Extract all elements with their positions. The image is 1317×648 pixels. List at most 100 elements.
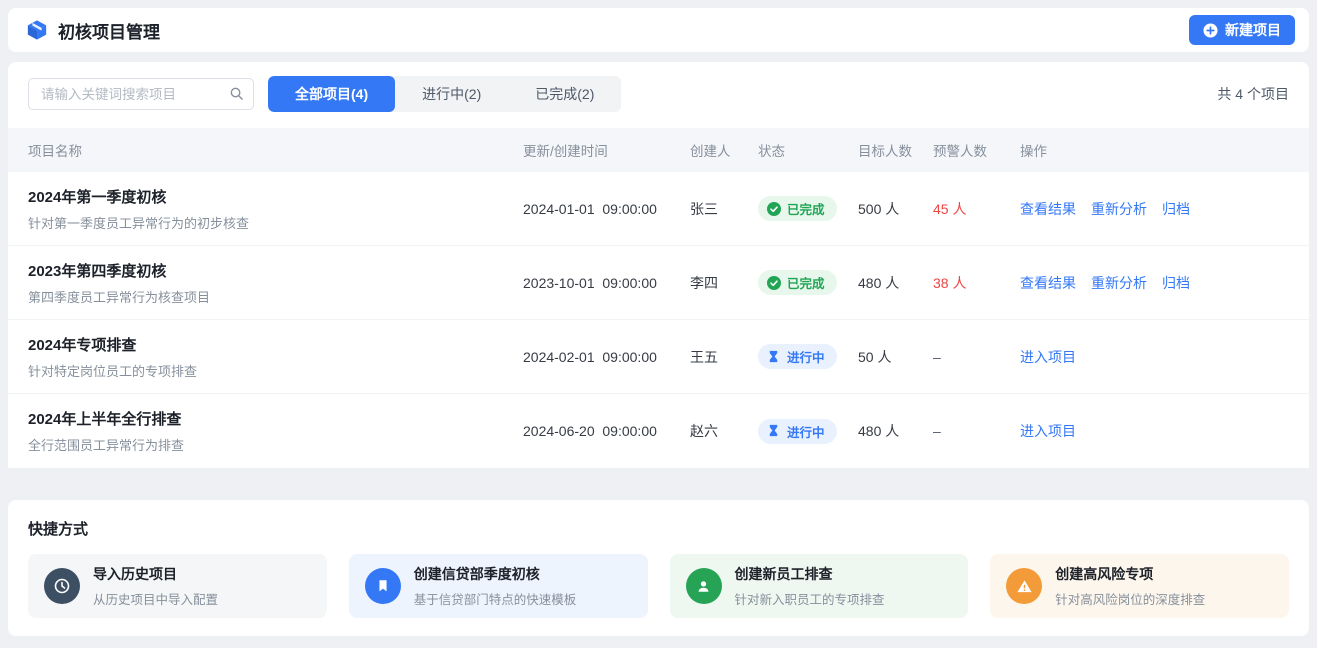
archive-link[interactable]: 归档 [1162, 273, 1190, 293]
status-label: 已完成 [787, 199, 825, 218]
project-name: 2024年专项排查 [28, 334, 523, 355]
bookmark-icon [365, 568, 401, 604]
project-name: 2024年上半年全行排查 [28, 408, 523, 429]
project-name-cell: 2023年第四季度初核 第四季度员工异常行为核查项目 [28, 260, 523, 306]
page-header-left: 初核项目管理 [26, 18, 160, 43]
col-status: 状态 [758, 140, 858, 160]
status-cell: 进行中 [758, 419, 858, 444]
archive-link[interactable]: 归档 [1162, 199, 1190, 219]
status-badge: 已完成 [758, 196, 837, 221]
shortcuts-title: 快捷方式 [28, 518, 1289, 539]
status-label: 进行中 [787, 347, 825, 366]
check-circle-icon [767, 202, 781, 216]
col-actions: 操作 [1020, 140, 1289, 160]
status-badge: 已完成 [758, 270, 837, 295]
shortcut-title: 导入历史项目 [93, 564, 218, 584]
creator: 李四 [690, 273, 758, 293]
status-label: 已完成 [787, 273, 825, 292]
update-time: 2024-01-01 09:00:00 [523, 201, 690, 217]
target-count: 480 人 [858, 273, 933, 293]
hourglass-icon [767, 424, 781, 438]
toolbar: 全部项目(4) 进行中(2) 已完成(2) 共 4 个项目 [8, 76, 1309, 112]
enter-project-link[interactable]: 进入项目 [1020, 421, 1076, 441]
col-creator: 创建人 [690, 140, 758, 160]
row-actions: 查看结果 重新分析 归档 [1020, 273, 1289, 293]
creator: 张三 [690, 199, 758, 219]
clock-icon [44, 568, 80, 604]
user-icon [686, 568, 722, 604]
check-circle-icon [767, 276, 781, 290]
shortcut-text: 创建高风险专项 针对高风险岗位的深度排查 [1055, 564, 1205, 608]
search-input[interactable] [28, 78, 254, 110]
table-header: 项目名称 更新/创建时间 创建人 状态 目标人数 预警人数 操作 [8, 128, 1309, 172]
col-target-count: 目标人数 [858, 140, 933, 160]
row-actions: 查看结果 重新分析 归档 [1020, 199, 1289, 219]
view-results-link[interactable]: 查看结果 [1020, 273, 1076, 293]
shortcut-desc: 基于信贷部门特点的快速模板 [414, 589, 577, 608]
shortcut-desc: 针对高风险岗位的深度排查 [1055, 589, 1205, 608]
enter-project-link[interactable]: 进入项目 [1020, 347, 1076, 367]
shortcut-text: 创建信贷部季度初核 基于信贷部门特点的快速模板 [414, 564, 577, 608]
table-row: 2024年专项排查 针对特定岗位员工的专项排查 2024-02-01 09:00… [8, 320, 1309, 394]
shortcut-high-risk-special[interactable]: 创建高风险专项 针对高风险岗位的深度排查 [990, 554, 1289, 618]
shortcut-import-history[interactable]: 导入历史项目 从历史项目中导入配置 [28, 554, 327, 618]
warning-count: 38 人 [933, 273, 1020, 293]
status-badge: 进行中 [758, 344, 837, 369]
status-cell: 已完成 [758, 196, 858, 221]
shortcut-new-employee-check[interactable]: 创建新员工排查 针对新入职员工的专项排查 [670, 554, 969, 618]
shortcut-text: 导入历史项目 从历史项目中导入配置 [93, 564, 218, 608]
status-label: 进行中 [787, 422, 825, 441]
project-name-cell: 2024年专项排查 针对特定岗位员工的专项排查 [28, 334, 523, 380]
view-results-link[interactable]: 查看结果 [1020, 199, 1076, 219]
shortcut-desc: 针对新入职员工的专项排查 [735, 589, 885, 608]
project-desc: 针对特定岗位员工的专项排查 [28, 361, 523, 380]
plus-circle-icon [1203, 23, 1218, 38]
col-warning-count: 预警人数 [933, 140, 1020, 160]
update-time: 2024-02-01 09:00:00 [523, 349, 690, 365]
table-row: 2024年上半年全行排查 全行范围员工异常行为排查 2024-06-20 09:… [8, 394, 1309, 468]
creator: 王五 [690, 347, 758, 367]
warning-count: – [933, 349, 1020, 365]
warning-triangle-icon [1006, 568, 1042, 604]
row-actions: 进入项目 [1020, 421, 1289, 441]
table-row: 2024年第一季度初核 针对第一季度员工异常行为的初步核查 2024-01-01… [8, 172, 1309, 246]
update-time: 2023-10-01 09:00:00 [523, 275, 690, 291]
tab-in-progress[interactable]: 进行中(2) [395, 76, 508, 112]
project-name: 2023年第四季度初核 [28, 260, 523, 281]
creator: 赵六 [690, 421, 758, 441]
col-update-time: 更新/创建时间 [523, 140, 690, 160]
project-desc: 全行范围员工异常行为排查 [28, 435, 523, 454]
tab-completed[interactable]: 已完成(2) [508, 76, 621, 112]
app-cube-icon [26, 19, 48, 41]
search-box [28, 78, 254, 110]
reanalyze-link[interactable]: 重新分析 [1091, 273, 1147, 293]
warning-count: – [933, 423, 1020, 439]
tab-all-projects[interactable]: 全部项目(4) [268, 76, 395, 112]
col-project-name: 项目名称 [28, 140, 523, 160]
status-cell: 已完成 [758, 270, 858, 295]
project-name: 2024年第一季度初核 [28, 186, 523, 207]
project-list-panel: 全部项目(4) 进行中(2) 已完成(2) 共 4 个项目 项目名称 更新/创建… [8, 62, 1309, 468]
project-name-cell: 2024年上半年全行排查 全行范围员工异常行为排查 [28, 408, 523, 454]
shortcut-credit-dept-review[interactable]: 创建信贷部季度初核 基于信贷部门特点的快速模板 [349, 554, 648, 618]
target-count: 480 人 [858, 421, 933, 441]
total-count-label: 共 4 个项目 [1217, 84, 1289, 104]
target-count: 500 人 [858, 199, 933, 219]
project-desc: 第四季度员工异常行为核查项目 [28, 287, 523, 306]
search-icon [229, 86, 244, 101]
shortcut-desc: 从历史项目中导入配置 [93, 589, 218, 608]
page-header: 初核项目管理 新建项目 [8, 8, 1309, 52]
target-count: 50 人 [858, 347, 933, 367]
project-name-cell: 2024年第一季度初核 针对第一季度员工异常行为的初步核查 [28, 186, 523, 232]
shortcut-title: 创建新员工排查 [735, 564, 885, 584]
status-badge: 进行中 [758, 419, 837, 444]
project-filter-tabs: 全部项目(4) 进行中(2) 已完成(2) [268, 76, 621, 112]
warning-count: 45 人 [933, 199, 1020, 219]
reanalyze-link[interactable]: 重新分析 [1091, 199, 1147, 219]
shortcut-title: 创建高风险专项 [1055, 564, 1205, 584]
new-project-button[interactable]: 新建项目 [1189, 15, 1295, 45]
shortcuts-grid: 导入历史项目 从历史项目中导入配置 创建信贷部季度初核 基于信贷部门特点的快速模… [28, 554, 1289, 618]
new-project-button-label: 新建项目 [1225, 20, 1281, 40]
page-title: 初核项目管理 [58, 18, 160, 43]
update-time: 2024-06-20 09:00:00 [523, 423, 690, 439]
